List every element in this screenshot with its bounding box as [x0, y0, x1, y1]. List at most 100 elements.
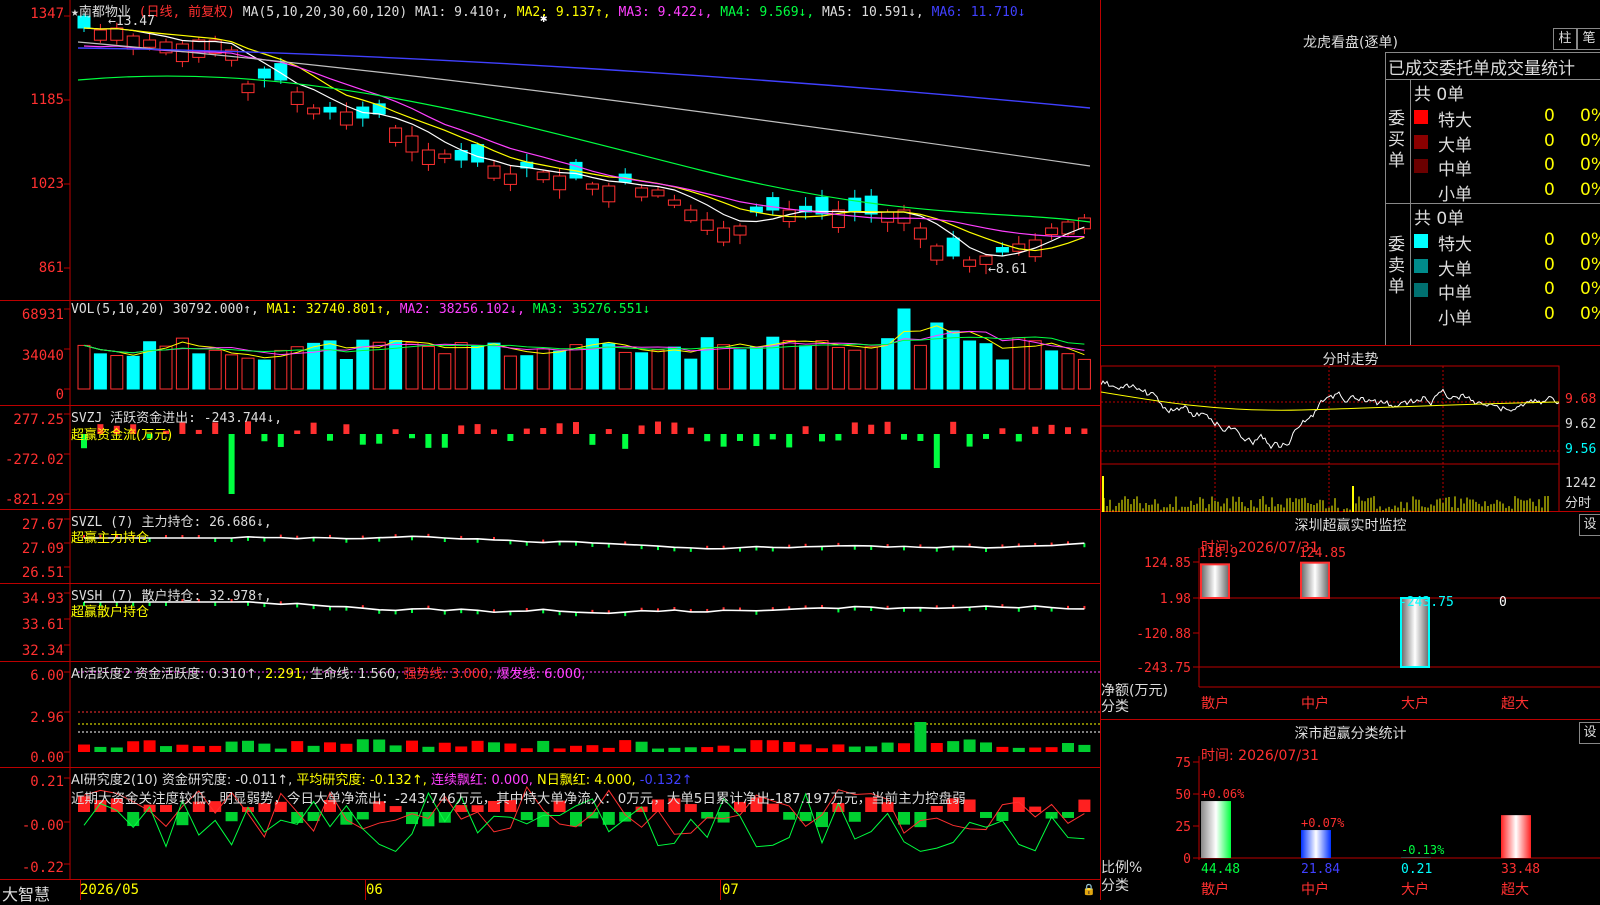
monitor-category: 大户	[1401, 695, 1429, 712]
flow-bar	[999, 428, 1005, 434]
order-pct: 0%	[1580, 180, 1600, 200]
volume-bar	[111, 356, 123, 389]
classify-top-value: +0.06%	[1201, 787, 1245, 801]
classify-y-label: 75	[1175, 756, 1191, 771]
research-bar	[521, 812, 533, 820]
monitor-panel[interactable]: 深圳超赢实时监控 设 时间: 2026/07/31 124.851.98-120…	[1100, 512, 1600, 720]
buy-orders-label: 委买单	[1388, 109, 1408, 172]
order-count: 0	[1544, 230, 1555, 250]
order-type: 中单	[1438, 279, 1472, 304]
volume-bar	[931, 323, 943, 389]
active-bar	[291, 741, 303, 752]
active-bar	[176, 745, 188, 752]
svzl-y-label: 27.09	[0, 541, 64, 557]
order-row: 大单00%	[1414, 130, 1600, 154]
flow-bar	[524, 429, 530, 434]
ai-active-y-label: 6.00	[0, 668, 64, 684]
bar-mode-button[interactable]: 柱	[1553, 28, 1577, 50]
research-bar	[226, 812, 238, 821]
svzj-panel[interactable]: SVZJ 活跃资金进出: -243.744↓, 超赢资金流(万元) 277.25…	[0, 406, 1100, 510]
volume-bar	[996, 360, 1008, 389]
research-bar	[849, 812, 861, 822]
active-bar	[636, 742, 648, 752]
flow-bar	[655, 422, 661, 434]
lock-icon[interactable]: 🔒	[1082, 883, 1096, 896]
flow-bar	[688, 428, 694, 434]
color-swatch	[1414, 159, 1428, 173]
order-type: 小单	[1438, 180, 1472, 205]
research-bar	[1013, 797, 1025, 812]
classify-panel[interactable]: 深市超赢分类统计 设 时间: 2026/07/31 7550250+0.06%+…	[1100, 720, 1600, 900]
candle-body	[685, 210, 697, 221]
svsh-panel[interactable]: SVSH (7) 散户持仓: 32.978↑, 超赢散户持仓 34.93 33.…	[0, 584, 1100, 662]
dragon-panel: 龙虎看盘(逐单) 柱 笔 已成交委托单成交量统计 委买单 共 0单 特大00%大…	[1100, 0, 1600, 346]
active-bar	[324, 742, 336, 752]
monitor-y-label: 1.98	[1160, 592, 1191, 607]
active-bar	[94, 747, 106, 752]
candle-body	[668, 200, 680, 205]
ai-research-legend: AI研究度2(10) 资金研究度: -0.011↑, 平均研究度: -0.132…	[71, 769, 693, 788]
volume-bar	[78, 345, 90, 389]
low-marker: ←8.61	[988, 262, 1027, 277]
tick-mode-button[interactable]: 笔	[1577, 28, 1600, 50]
flow-bar	[868, 425, 874, 434]
ai-active-panel[interactable]: AI活跃度2 资金活跃度: 0.310↑, 2.291, 生命线: 1.560,…	[0, 662, 1100, 768]
volume-bar	[750, 347, 762, 389]
classify-category: 散户	[1201, 881, 1229, 898]
flow-bar	[589, 434, 595, 445]
volume-bar	[226, 355, 238, 389]
classify-chart[interactable]: 7550250+0.06%+0.07%-0.13%44.4821.840.213…	[1101, 720, 1600, 900]
volume-bar	[488, 343, 500, 389]
flow-bar	[1032, 427, 1038, 434]
candle-body	[914, 228, 926, 239]
flow-bar	[901, 434, 907, 440]
candle-body	[340, 112, 352, 125]
volume-panel[interactable]: VOL(5,10,20) 30792.000↑, MA1: 32740.801↑…	[0, 301, 1100, 406]
candle-body	[636, 188, 648, 197]
volume-bar	[636, 353, 648, 389]
volume-bar	[94, 354, 106, 389]
monitor-chart[interactable]: 124.851.98-120.88-243.75118.9124.85-243.…	[1101, 512, 1600, 720]
kline-y-label: 1347	[0, 6, 64, 22]
flow-bar	[934, 434, 940, 468]
research-bar	[357, 812, 369, 819]
ai-active-legend: AI活跃度2 资金活跃度: 0.310↑, 2.291, 生命线: 1.560,…	[71, 663, 585, 682]
candle-body	[406, 136, 418, 152]
active-bar	[439, 743, 451, 752]
active-bar	[537, 741, 549, 752]
intraday-chart[interactable]	[1101, 346, 1600, 512]
flow-bar	[343, 424, 349, 434]
flow-bar	[540, 428, 546, 434]
vol-label: VOL(5,10,20)	[71, 302, 165, 317]
order-type: 特大	[1438, 230, 1472, 255]
kline-panel[interactable]: ✱ ★南都物业 (日线, 前复权) MA(5,10,20,30,60,120) …	[0, 0, 1100, 301]
volume-bar	[816, 341, 828, 389]
active-bar	[308, 746, 320, 752]
research-bar	[1029, 807, 1041, 812]
flow-bar	[278, 434, 284, 447]
order-pct: 0%	[1580, 230, 1600, 250]
brand-logo[interactable]: 大智慧	[2, 881, 50, 905]
ai-research-nred: N日飘红: 4.000,	[537, 773, 636, 788]
svzj-y-label: -821.29	[0, 492, 64, 508]
ma3-line	[84, 46, 1084, 237]
research-bar	[422, 812, 434, 826]
volume-bar	[554, 351, 566, 389]
volume-bar	[685, 359, 697, 389]
kline-y-label: 1023	[0, 176, 64, 192]
flow-bar	[606, 429, 612, 434]
volume-bar	[439, 354, 451, 389]
order-row: 大单00%	[1414, 254, 1600, 278]
active-bar	[1029, 748, 1041, 752]
classify-category: 超大	[1501, 882, 1529, 898]
candle-body	[947, 238, 959, 256]
flow-bar	[819, 434, 825, 441]
kline-chart[interactable]: ✱	[0, 0, 1100, 300]
ai-research-panel[interactable]: AI研究度2(10) 资金研究度: -0.011↑, 平均研究度: -0.132…	[0, 768, 1100, 879]
svzl-panel[interactable]: SVZL (7) 主力持仓: 26.686↓, 超赢主力持仓 27.67 27.…	[0, 510, 1100, 584]
active-bar	[1013, 748, 1025, 752]
intraday-panel[interactable]: 分时走势 9.68 9.62 9.56 1242 分时	[1100, 346, 1600, 512]
active-bar	[750, 740, 762, 752]
ma4-line	[78, 76, 1090, 222]
active-bar	[390, 745, 402, 752]
